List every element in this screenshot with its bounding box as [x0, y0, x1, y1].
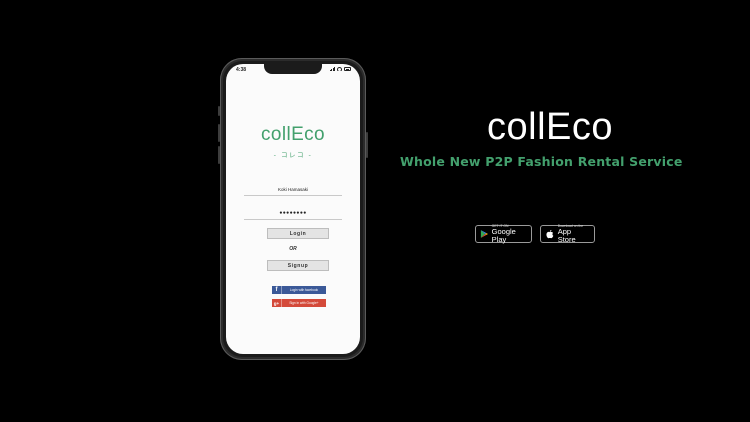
app-store-badge[interactable]: Download on the App Store — [540, 224, 595, 244]
phone-volume-down-button — [218, 146, 220, 164]
facebook-login-button[interactable]: f Login with facebook — [272, 286, 326, 294]
signal-icon — [329, 67, 335, 71]
google-play-badge[interactable]: GET IT ON Google Play — [475, 224, 532, 244]
phone-power-button — [366, 132, 368, 158]
phone-screen: 4:38 collEco - コレコ - Koki Hamasaki ●●●●●… — [226, 64, 360, 354]
phone-mute-switch — [218, 106, 220, 116]
facebook-icon: f — [272, 286, 282, 294]
google-login-label: Sign in with Google+ — [289, 301, 319, 305]
signup-button[interactable]: Signup — [267, 260, 329, 271]
password-field[interactable]: ●●●●●●●● — [244, 208, 342, 220]
brand-name: collEco — [487, 106, 613, 148]
google-plus-icon: g+ — [272, 299, 282, 307]
google-login-button[interactable]: g+ Sign in with Google+ — [272, 299, 326, 307]
login-button[interactable]: Login — [267, 228, 329, 239]
app-subtitle: - コレコ - — [273, 151, 313, 159]
facebook-login-label: Login with facebook — [289, 288, 319, 292]
wifi-icon — [337, 67, 342, 71]
phone-volume-up-button — [218, 124, 220, 142]
google-play-icon — [480, 230, 488, 238]
app-store-label: App Store — [557, 227, 576, 244]
phone-notch — [264, 64, 322, 74]
username-field[interactable]: Koki Hamasaki — [244, 184, 342, 196]
battery-icon — [344, 67, 351, 71]
google-play-label: Google Play — [491, 227, 516, 244]
app-logo: collEco — [260, 124, 326, 145]
status-time: 4:38 — [236, 67, 247, 73]
brand-tagline: Whole New P2P Fashion Rental Service — [400, 154, 683, 169]
status-icons — [329, 67, 351, 71]
phone-mockup: 4:38 collEco - コレコ - Koki Hamasaki ●●●●●… — [218, 58, 368, 360]
apple-icon — [546, 229, 554, 239]
or-divider: OR — [289, 246, 297, 252]
